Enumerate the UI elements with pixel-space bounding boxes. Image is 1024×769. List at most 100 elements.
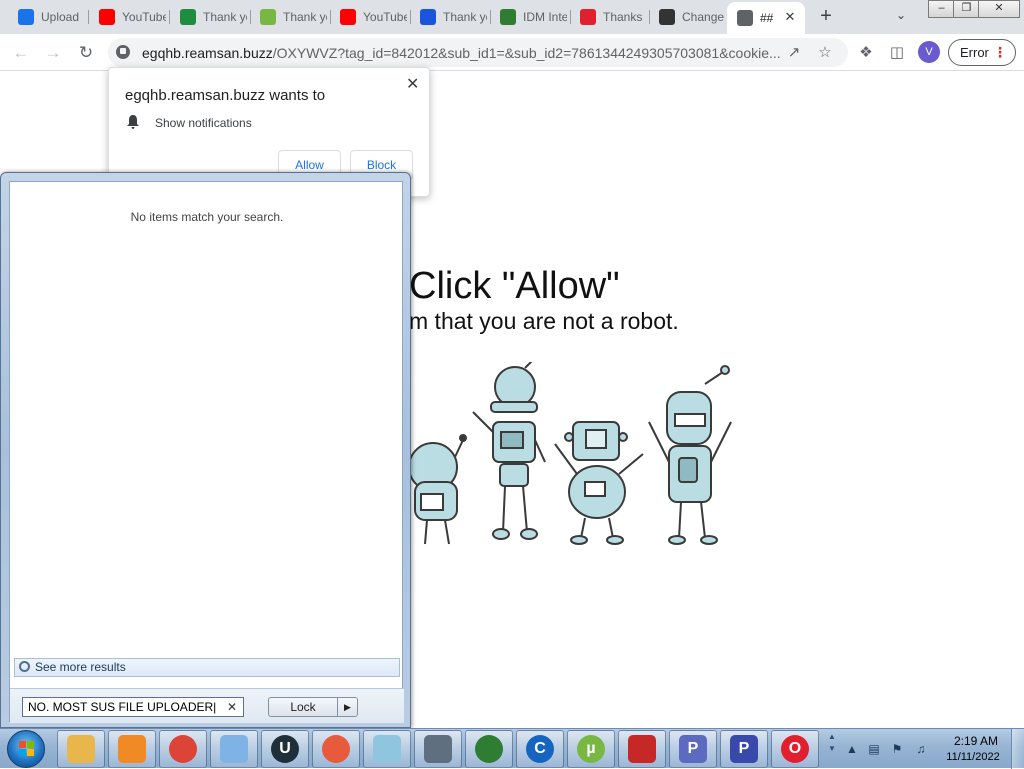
taskbar-opera-button[interactable]: O bbox=[771, 730, 819, 768]
browser-tab[interactable]: Thanks bbox=[570, 2, 649, 32]
browser-tab-title: Upload bbox=[41, 10, 80, 24]
show-hidden-icons-arrow-icon[interactable]: ▲ bbox=[845, 742, 859, 756]
idm-globe-icon bbox=[500, 9, 516, 25]
taskbar-utorrent-button[interactable]: µ bbox=[567, 730, 615, 768]
browser-tab[interactable]: Thank you bbox=[410, 2, 490, 32]
power-options-arrow-icon[interactable]: ▶ bbox=[337, 698, 357, 716]
browser-tab[interactable]: YouTube bbox=[330, 2, 410, 32]
browser-tab-title: YouTube bbox=[122, 10, 166, 24]
p-letter-icon: P bbox=[730, 735, 758, 763]
utorrent-icon bbox=[260, 9, 276, 25]
browser-tab-title: Thank you bbox=[283, 10, 327, 24]
utorrent-icon: µ bbox=[577, 735, 605, 763]
system-tray: ▲ ▤ ⚑ ♫ 2:19 AM 11/11/2022 bbox=[826, 729, 1024, 769]
taskbar-notepad-button[interactable] bbox=[363, 730, 411, 768]
browser-tab-title: YouTube bbox=[363, 10, 407, 24]
taskbar-paint-button[interactable] bbox=[210, 730, 258, 768]
folder-icon bbox=[67, 735, 95, 763]
browser-tab-strip: + ⌄ – ❐ ✕ Upload YouTube Thank you Thank yo… bbox=[0, 0, 1024, 34]
lock-label: Lock bbox=[290, 700, 316, 714]
clock-date[interactable]: 11/11/2022 bbox=[938, 751, 1008, 763]
back-arrow-icon[interactable]: ← bbox=[10, 42, 32, 64]
profile-avatar[interactable]: V bbox=[918, 41, 940, 63]
globe-icon bbox=[737, 10, 753, 26]
taskbar-pdf-app-1-button[interactable]: P bbox=[669, 730, 717, 768]
see-more-label: See more results bbox=[35, 660, 126, 674]
opera-icon: O bbox=[781, 735, 809, 763]
taskbar-uploader-button[interactable] bbox=[414, 730, 462, 768]
restore-button[interactable]: ❐ bbox=[953, 0, 980, 18]
browser-tab[interactable]: ## ✕ bbox=[727, 2, 805, 34]
side-panel-icon[interactable]: ◫ bbox=[886, 42, 908, 64]
clock-time[interactable]: 2:19 AM bbox=[946, 734, 1006, 748]
filehost-x-icon bbox=[180, 9, 196, 25]
taskbar-pdf-app-2-button[interactable]: P bbox=[720, 730, 768, 768]
start-button[interactable] bbox=[7, 730, 45, 768]
browser-tab-title: Thank you bbox=[203, 10, 247, 24]
network-icon[interactable]: ▤ bbox=[867, 742, 881, 756]
taskbar-speedtest-button[interactable] bbox=[312, 730, 360, 768]
lock-button[interactable]: Lock ▶ bbox=[268, 697, 358, 717]
url-text[interactable]: egqhb.reamsan.buzz/OXYWVZ?tag_id=842012&… bbox=[142, 45, 782, 61]
minimize-button[interactable]: – bbox=[928, 0, 955, 18]
page-subline: m that you are not a robot. bbox=[409, 308, 679, 334]
p-letter-icon: P bbox=[679, 735, 707, 763]
taskbar-chrome-button[interactable] bbox=[159, 730, 207, 768]
volume-icon[interactable]: ♫ bbox=[914, 742, 928, 756]
brackets-icon bbox=[420, 9, 436, 25]
gauge-icon bbox=[322, 735, 350, 763]
taskbar-uppercut-button[interactable]: U bbox=[261, 730, 309, 768]
close-window-button[interactable]: ✕ bbox=[978, 0, 1020, 18]
youtube-icon bbox=[99, 9, 115, 25]
no-results-message: No items match your search. bbox=[130, 210, 284, 224]
paint-palette-icon bbox=[220, 735, 248, 763]
tab-search-chevron-icon[interactable]: ⌄ bbox=[896, 8, 906, 22]
reload-icon[interactable]: ↻ bbox=[75, 42, 97, 64]
error-menu-button[interactable]: Error ⋮ bbox=[948, 39, 1016, 66]
browser-tab-title: ## bbox=[760, 11, 774, 25]
new-tab-button[interactable]: + bbox=[815, 6, 837, 28]
changelog-icon bbox=[659, 9, 675, 25]
clear-search-icon[interactable]: ✕ bbox=[227, 698, 237, 716]
notepad-icon bbox=[373, 735, 401, 763]
share-icon[interactable]: ↗ bbox=[785, 44, 803, 62]
taskbar-ccleaner-button[interactable]: C bbox=[516, 730, 564, 768]
browser-tab[interactable]: Thank you bbox=[170, 2, 250, 32]
robots-illustration bbox=[408, 362, 732, 545]
browser-tab[interactable]: YouTube bbox=[89, 2, 169, 32]
u-circle-icon: U bbox=[271, 735, 299, 763]
show-desktop-button[interactable] bbox=[1011, 729, 1024, 769]
taskbar-idm-button[interactable] bbox=[465, 730, 513, 768]
upload-bag-icon bbox=[424, 735, 452, 763]
extensions-puzzle-icon[interactable]: ❖ bbox=[855, 42, 877, 64]
idm-globe-icon bbox=[475, 735, 503, 763]
see-more-results-link[interactable]: See more results bbox=[14, 658, 400, 677]
permission-title: egqhb.reamsan.buzz wants to bbox=[125, 87, 326, 104]
taskbar-media-player-button[interactable] bbox=[108, 730, 156, 768]
taskbar-screen-recorder-button[interactable] bbox=[618, 730, 666, 768]
permission-item-label: Show notifications bbox=[155, 116, 252, 130]
video-camera-icon bbox=[628, 735, 656, 763]
taskbar: ▲ ▼ ▲ ▤ ⚑ ♫ 2:19 AM 11/11/2022 UCµPPO bbox=[0, 728, 1024, 769]
address-bar[interactable]: egqhb.reamsan.buzz/OXYWVZ?tag_id=842012&… bbox=[108, 38, 848, 67]
browser-tab[interactable]: Thank you bbox=[250, 2, 330, 32]
taskbar-file-explorer-button[interactable] bbox=[57, 730, 105, 768]
browser-tab[interactable]: Upload bbox=[8, 2, 88, 32]
start-menu-results-pane: No items match your search. See more res… bbox=[9, 181, 404, 723]
browser-tab[interactable]: IDM Integration bbox=[490, 2, 570, 32]
browser-tab[interactable]: Change bbox=[649, 2, 727, 32]
browser-tab-title: IDM Integration bbox=[523, 10, 567, 24]
action-center-flag-icon[interactable]: ⚑ bbox=[890, 742, 904, 756]
youtube-icon bbox=[340, 9, 356, 25]
chrome-icon bbox=[169, 735, 197, 763]
browser-tab-title: Thank you bbox=[443, 10, 487, 24]
forward-arrow-icon[interactable]: → bbox=[42, 42, 64, 64]
bookmark-star-icon[interactable]: ☆ bbox=[816, 44, 834, 62]
opera-icon bbox=[580, 9, 596, 25]
close-tab-icon[interactable]: ✕ bbox=[783, 10, 797, 24]
start-search-input[interactable]: NO. MOST SUS FILE UPLOADER| ✕ bbox=[22, 697, 244, 717]
close-icon[interactable]: ✕ bbox=[406, 74, 419, 94]
lock-icon[interactable] bbox=[116, 45, 130, 59]
kebab-menu-icon: ⋮ bbox=[993, 44, 1007, 60]
page-headline: Click "Allow" bbox=[409, 265, 620, 307]
